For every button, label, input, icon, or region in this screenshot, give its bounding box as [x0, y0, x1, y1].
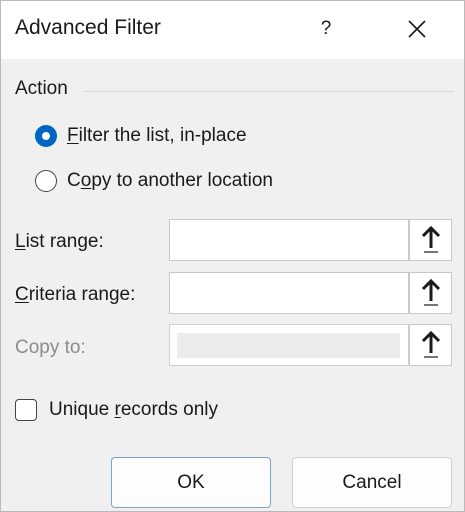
ok-button[interactable]: OK	[111, 457, 271, 508]
arrow-up-icon	[421, 226, 440, 253]
action-group-label: Action	[15, 78, 68, 99]
list-range-label: List range:	[15, 231, 104, 252]
list-range-collapse-button[interactable]	[409, 219, 452, 261]
title-bar: Advanced Filter ?	[1, 1, 464, 59]
unique-records-checkbox-row[interactable]: Unique records only	[15, 399, 218, 421]
radio-copy-to-location[interactable]: Copy to another location	[35, 170, 273, 192]
radio-checked-icon[interactable]	[35, 125, 57, 147]
cancel-button[interactable]: Cancel	[292, 457, 452, 508]
close-button[interactable]	[397, 9, 437, 49]
copy-to-label: Copy to:	[15, 337, 86, 358]
radio-filter-in-place-label: Filter the list, in-place	[67, 125, 247, 146]
criteria-range-collapse-button[interactable]	[409, 272, 452, 314]
unique-records-checkbox[interactable]	[15, 399, 37, 421]
ok-button-label: OK	[177, 471, 205, 493]
list-range-input[interactable]	[169, 219, 409, 261]
criteria-range-label: Criteria range:	[15, 284, 136, 305]
copy-to-input	[169, 324, 409, 366]
copy-to-disabled-fill	[177, 333, 400, 358]
close-icon	[408, 20, 426, 38]
help-icon: ?	[320, 18, 332, 39]
advanced-filter-dialog: Advanced Filter ? Action Filter the list…	[0, 0, 465, 512]
action-group-divider	[84, 91, 454, 92]
dialog-title: Advanced Filter	[15, 16, 161, 39]
copy-to-collapse-button[interactable]	[409, 324, 452, 366]
arrow-up-icon	[421, 279, 440, 306]
radio-filter-in-place[interactable]: Filter the list, in-place	[35, 125, 247, 147]
unique-records-label: Unique records only	[49, 399, 218, 420]
arrow-up-icon	[421, 331, 440, 358]
cancel-button-label: Cancel	[342, 471, 402, 493]
radio-copy-to-location-label: Copy to another location	[67, 170, 273, 191]
criteria-range-input[interactable]	[169, 272, 409, 314]
help-button[interactable]: ?	[306, 9, 346, 49]
radio-unchecked-icon[interactable]	[35, 170, 57, 192]
